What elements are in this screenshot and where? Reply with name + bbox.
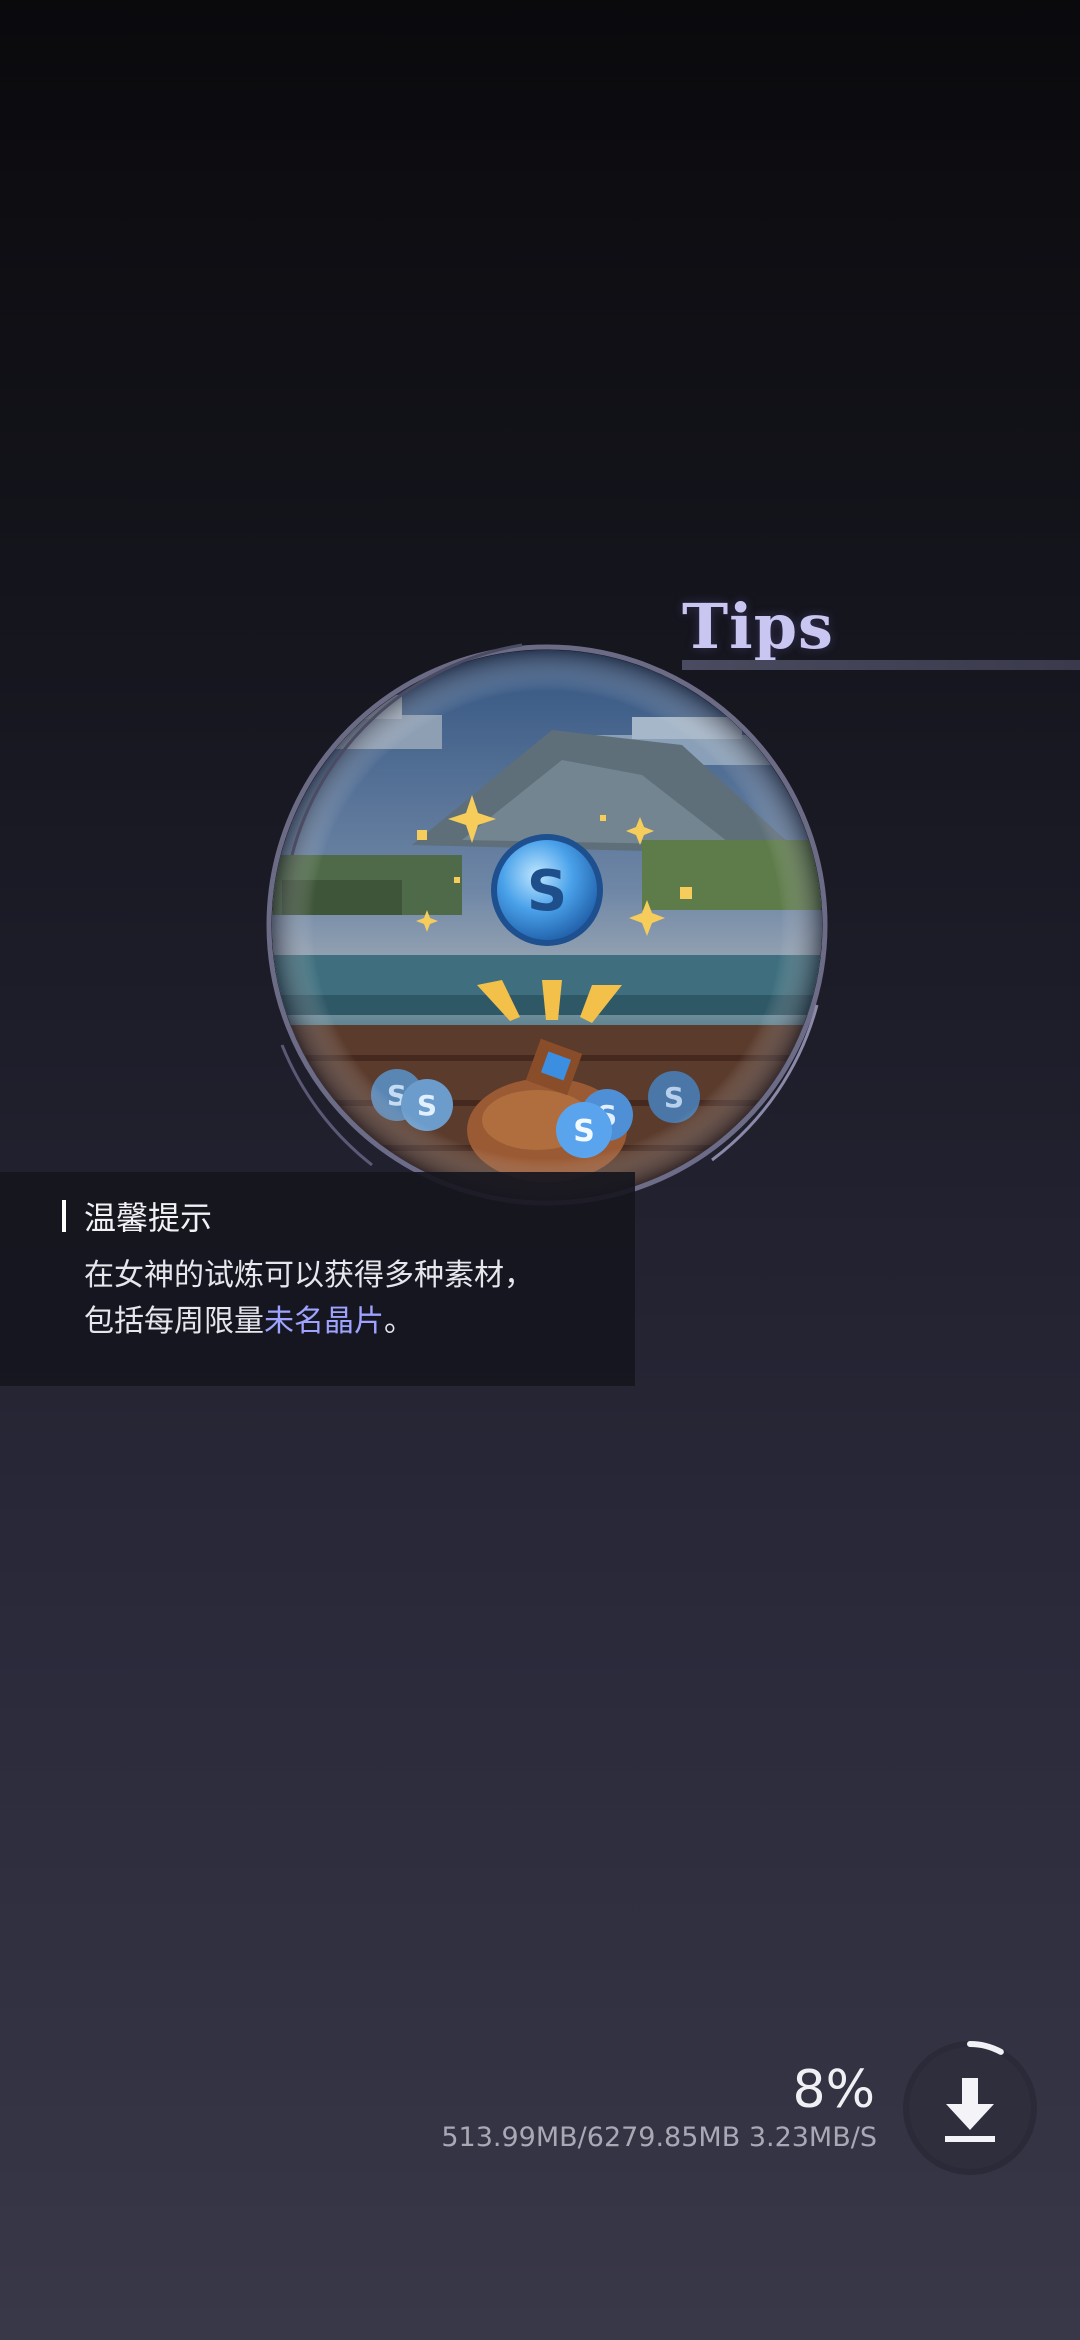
tip-body-line2: 包括每周限量未名晶片。 <box>84 1299 624 1345</box>
tip-body: 在女神的试炼可以获得多种素材， 包括每周限量未名晶片。 <box>84 1253 624 1345</box>
tip-body-line2-suffix: 。 <box>384 1304 414 1339</box>
tip-heading: 温馨提示 <box>62 1193 212 1239</box>
tip-body-line2-prefix: 包括每周限量 <box>84 1304 264 1339</box>
download-percent: 8% <box>792 2060 876 2120</box>
tip-highlight-item: 未名晶片 <box>264 1304 384 1339</box>
tip-heading-bar <box>62 1200 66 1232</box>
tip-heading-text: 温馨提示 <box>84 1199 213 1237</box>
download-button[interactable] <box>900 2038 1040 2178</box>
illustration-scene: S S S S S S <box>272 650 822 1200</box>
download-stats: 513.99MB/6279.85MB 3.23MB/S <box>441 2122 877 2153</box>
tip-illustration: S S S S S S <box>266 643 828 1206</box>
tip-body-line1: 在女神的试炼可以获得多种素材， <box>84 1258 534 1293</box>
